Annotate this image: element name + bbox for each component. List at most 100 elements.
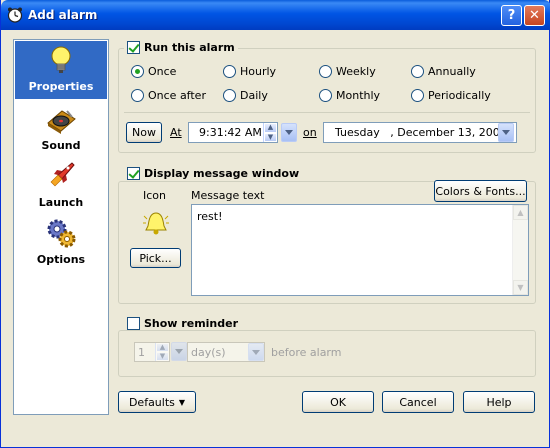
sidebar-item-label: Launch (38, 196, 84, 209)
radio-annually[interactable]: Annually (411, 65, 476, 78)
icon-label: Icon (143, 189, 166, 202)
radio-daily[interactable]: Daily (223, 89, 268, 102)
colors-fonts-button[interactable]: Colors & Fonts... (434, 180, 527, 202)
gears-icon (47, 219, 76, 248)
message-text-label: Message text (191, 189, 265, 202)
run-alarm-checkbox[interactable]: Run this alarm (124, 41, 238, 54)
chevron-down-icon (502, 130, 510, 135)
radio-label: Annually (428, 65, 476, 78)
chevron-down-icon (285, 130, 293, 135)
spin-down-icon[interactable]: ▼ (156, 352, 169, 361)
sidebar-item-options[interactable]: Options (15, 214, 107, 272)
dropdown-arrow-icon: ▼ (178, 397, 186, 407)
radio-dot (131, 65, 144, 78)
defaults-label: Defaults (128, 395, 175, 409)
checkbox-box (127, 41, 140, 54)
radio-dot (411, 89, 424, 102)
time-value: 9:31:42 AM (199, 126, 262, 139)
reminder-spinner[interactable]: ▲ ▼ (155, 343, 169, 361)
window-title: Add alarm (28, 8, 98, 22)
radio-dot (131, 89, 144, 102)
reminder-count-value: 1 (138, 345, 145, 359)
title-bar: Add alarm ? ✕ (1, 0, 550, 30)
scroll-up-icon[interactable]: ▲ (513, 205, 528, 220)
spin-up-icon[interactable]: ▲ (264, 123, 277, 133)
message-scrollbar[interactable]: ▲ ▼ (512, 205, 528, 295)
chevron-down-icon (252, 349, 260, 355)
rocket-icon (50, 162, 75, 187)
time-input[interactable]: 9:31:42 AM ▲ ▼ (188, 122, 278, 143)
lightbulb-icon (51, 46, 71, 73)
date-picker[interactable]: Tuesday , December 13, 2005 (323, 122, 517, 143)
cancel-label: Cancel (399, 395, 437, 409)
on-label: on (303, 126, 317, 139)
sidebar-item-label: Sound (41, 139, 81, 152)
radio-label: Once (148, 65, 177, 78)
unit-dropdown-button[interactable] (248, 343, 264, 361)
sidebar-item-label: Options (36, 253, 86, 266)
date-value: Tuesday , December 13, 2005 (335, 126, 507, 139)
show-reminder-label: Show reminder (144, 317, 239, 330)
pick-button-label: Pick... (139, 251, 172, 265)
chevron-down-icon (175, 349, 183, 354)
category-sidebar: Properties Sound Launch Options (13, 39, 109, 415)
ok-button[interactable]: OK (302, 391, 374, 413)
radio-weekly[interactable]: Weekly (319, 65, 376, 78)
bell-icon (143, 212, 169, 235)
time-spinner[interactable]: ▲ ▼ (263, 123, 277, 142)
display-message-label: Display message window (144, 167, 300, 180)
spin-up-icon[interactable]: ▲ (156, 343, 169, 352)
radio-periodically[interactable]: Periodically (411, 89, 491, 102)
sidebar-item-properties[interactable]: Properties (15, 41, 107, 99)
pick-icon-button[interactable]: Pick... (130, 248, 181, 268)
radio-hourly[interactable]: Hourly (223, 65, 276, 78)
radio-label: Once after (148, 89, 206, 102)
alarm-clock-icon (7, 7, 23, 23)
show-reminder-checkbox[interactable]: Show reminder (124, 317, 242, 330)
now-button-label: Now (132, 126, 156, 139)
before-alarm-label: before alarm (271, 346, 342, 359)
colors-fonts-label: Colors & Fonts... (435, 184, 526, 198)
title-help-button[interactable]: ? (501, 5, 522, 26)
message-text-value: rest! (197, 210, 223, 223)
sound-icon (47, 110, 76, 134)
radio-once[interactable]: Once (131, 65, 176, 78)
time-dropdown-button[interactable] (281, 123, 297, 142)
radio-label: Weekly (336, 65, 376, 78)
reminder-count-input[interactable]: 1 ▲ ▼ (134, 342, 170, 362)
at-label: At (170, 126, 182, 139)
ok-label: OK (330, 395, 346, 409)
sidebar-item-launch[interactable]: Launch (15, 157, 107, 215)
separator (124, 112, 530, 113)
radio-dot (223, 89, 236, 102)
scroll-down-icon[interactable]: ▼ (513, 280, 528, 295)
reminder-unit-value: day(s) (191, 345, 226, 359)
radio-once-after[interactable]: Once after (131, 89, 206, 102)
radio-dot (223, 65, 236, 78)
add-alarm-dialog: Add alarm ? ✕ Properties Sound Launch Op… (0, 0, 550, 448)
radio-monthly[interactable]: Monthly (319, 89, 380, 102)
now-button[interactable]: Now (126, 122, 162, 143)
run-alarm-label: Run this alarm (144, 41, 235, 54)
spin-down-icon[interactable]: ▼ (264, 132, 277, 142)
checkbox-box (127, 167, 140, 180)
radio-dot (319, 65, 332, 78)
reminder-dropdown-button[interactable] (171, 342, 187, 361)
date-dropdown-button[interactable] (498, 123, 514, 142)
radio-dot (319, 89, 332, 102)
sidebar-item-sound[interactable]: Sound (15, 100, 107, 158)
radio-label: Hourly (240, 65, 277, 78)
help-label: Help (486, 395, 512, 409)
radio-label: Monthly (336, 89, 381, 102)
title-close-button[interactable]: ✕ (524, 5, 545, 26)
message-text-area[interactable]: rest! ▲ ▼ (191, 204, 529, 296)
display-message-checkbox[interactable]: Display message window (124, 167, 303, 180)
sidebar-item-label: Properties (28, 80, 94, 93)
defaults-button[interactable]: Defaults ▼ (118, 391, 196, 413)
radio-label: Daily (240, 89, 268, 102)
close-icon: ✕ (529, 8, 540, 23)
help-icon: ? (507, 8, 516, 23)
checkbox-box (127, 317, 140, 330)
cancel-button[interactable]: Cancel (382, 391, 454, 413)
help-button[interactable]: Help (463, 391, 535, 413)
